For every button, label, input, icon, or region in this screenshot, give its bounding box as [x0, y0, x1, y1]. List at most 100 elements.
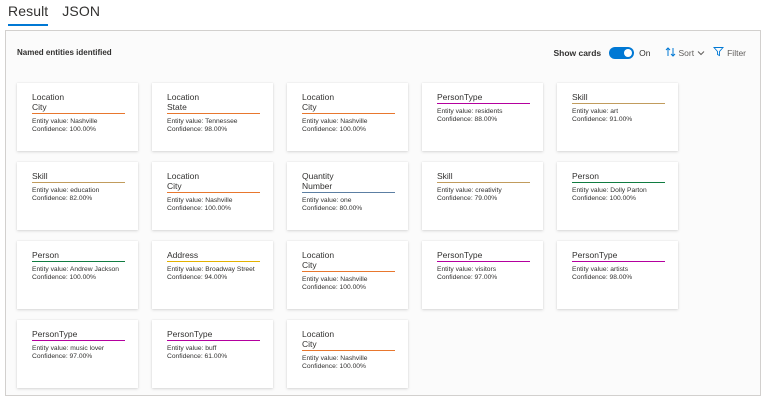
entity-card: Skill Entity value: creativity Confidence:… [422, 162, 543, 230]
entity-category: Location [302, 250, 335, 260]
entity-value: Entity value: Nashville [302, 118, 368, 125]
entity-confidence: Confidence: 100.00% [302, 284, 366, 292]
entity-category: PersonType [437, 250, 483, 260]
chevron-down-icon [697, 48, 705, 58]
entity-confidence: Confidence: 97.00% [437, 274, 498, 282]
entity-subcategory: City [32, 102, 47, 112]
tab-result[interactable]: Result [8, 3, 49, 26]
entity-value: Entity value: education [32, 187, 100, 194]
entity-value: Entity value: music lover [32, 345, 105, 352]
entity-value: Entity value: Andrew Jackson [32, 266, 119, 273]
category-color-underline [437, 103, 530, 104]
entity-card: Location State Entity value: Tennessee Conf… [152, 83, 273, 151]
category-color-underline [302, 350, 395, 351]
sort-button[interactable]: Sort [665, 46, 706, 59]
entity-confidence: Confidence: 97.00% [32, 353, 93, 361]
entity-card: PersonType Entity value: visitors Confiden… [422, 241, 543, 309]
entity-value: Entity value: Dolly Parton [572, 187, 647, 194]
sort-label: Sort [678, 47, 695, 58]
entity-card: PersonType Entity value: music lover Confi… [17, 320, 138, 388]
category-color-underline [572, 182, 665, 183]
category-color-underline [302, 113, 395, 114]
entity-category: PersonType [572, 250, 618, 260]
entity-category: Address [167, 250, 199, 260]
entity-confidence: Confidence: 100.00% [32, 274, 96, 282]
entity-card: Skill Entity value: art Confidence: 91.00% [557, 83, 678, 151]
entity-confidence: Confidence: 94.00% [167, 274, 228, 282]
category-color-underline [32, 340, 125, 341]
entity-card: Location City Entity value: Nashville Confi… [287, 83, 408, 151]
entity-confidence: Confidence: 82.00% [32, 195, 93, 203]
category-color-underline [167, 340, 260, 341]
entity-value: Entity value: creativity [437, 187, 502, 194]
entity-card: PersonType Entity value: buff Confidence: … [152, 320, 273, 388]
entity-card: Skill Entity value: education Confidence: … [17, 162, 138, 230]
filter-icon [713, 46, 725, 59]
category-color-underline [167, 261, 260, 262]
entity-card: Location City Entity value: Nashville Confi… [17, 83, 138, 151]
entity-card: Location City Entity value: Nashville Confi… [152, 162, 273, 230]
entity-card: Location City Entity value: Nashville Confi… [287, 241, 408, 309]
category-color-underline [32, 261, 125, 262]
entity-confidence: Confidence: 100.00% [302, 126, 366, 134]
entity-value: Entity value: Nashville [302, 276, 368, 283]
entity-confidence: Confidence: 98.00% [572, 274, 633, 282]
category-color-underline [572, 103, 665, 104]
entity-confidence: Confidence: 61.00% [167, 353, 228, 361]
entity-category: PersonType [437, 92, 483, 102]
show-cards-toggle[interactable] [609, 46, 635, 59]
entity-category: PersonType [32, 329, 78, 339]
entity-subcategory: City [302, 339, 317, 349]
filter-button[interactable]: Filter [713, 46, 746, 59]
entity-card: PersonType Entity value: residents Confide… [422, 83, 543, 151]
entity-subcategory: City [167, 181, 182, 191]
category-color-underline [302, 192, 395, 193]
entity-category: Skill [572, 92, 588, 102]
entity-confidence: Confidence: 88.00% [437, 116, 498, 124]
toggle-state-label: On [639, 47, 651, 58]
entity-category: Skill [32, 171, 48, 181]
entity-confidence: Confidence: 79.00% [437, 195, 498, 203]
category-color-underline [32, 182, 125, 183]
entity-category: Location [302, 329, 335, 339]
entity-card: Person Entity value: Andrew Jackson Confid… [17, 241, 138, 309]
entity-subcategory: State [167, 102, 187, 112]
entity-card: Address Entity value: Broadway Street Conf… [152, 241, 273, 309]
entity-confidence: Confidence: 100.00% [302, 363, 366, 371]
entity-value: Entity value: artists [572, 266, 629, 273]
entity-confidence: Confidence: 100.00% [572, 195, 636, 203]
entity-value: Entity value: Broadway Street [167, 266, 255, 273]
entity-value: Entity value: Nashville [302, 355, 368, 362]
category-color-underline [167, 192, 260, 193]
toggle-knob [624, 48, 633, 57]
entity-value: Entity value: Nashville [167, 197, 233, 204]
entity-confidence: Confidence: 100.00% [167, 205, 231, 213]
entity-category: Location [167, 92, 200, 102]
entities-panel: Named entities identified Show cards On … [5, 30, 761, 396]
category-color-underline [167, 113, 260, 114]
show-cards-label: Show cards [553, 47, 602, 58]
entity-category: Skill [437, 171, 453, 181]
entity-category: Location [167, 171, 200, 181]
entity-value: Entity value: Nashville [32, 118, 98, 125]
entity-category: PersonType [167, 329, 213, 339]
entity-category: Quantity [302, 171, 334, 181]
entity-value: Entity value: buff [167, 345, 217, 352]
entity-value: Entity value: Tennessee [167, 118, 238, 125]
entity-category: Location [32, 92, 65, 102]
entity-category: Location [302, 92, 335, 102]
entity-confidence: Confidence: 80.00% [302, 205, 363, 213]
entity-subcategory: Number [302, 181, 333, 191]
tab-json[interactable]: JSON [62, 3, 100, 26]
entity-value: Entity value: one [302, 197, 352, 204]
category-color-underline [437, 182, 530, 183]
entity-card: Quantity Number Entity value: one Confidenc… [287, 162, 408, 230]
entity-subcategory: City [302, 260, 317, 270]
entity-card: PersonType Entity value: artists Confidenc… [557, 241, 678, 309]
panel-title: Named entities identified [17, 48, 112, 57]
category-color-underline [572, 261, 665, 262]
entity-card: Person Entity value: Dolly Parton Confiden… [557, 162, 678, 230]
category-color-underline [302, 271, 395, 272]
entity-card: Location City Entity value: Nashville Confi… [287, 320, 408, 388]
category-color-underline [437, 261, 530, 262]
